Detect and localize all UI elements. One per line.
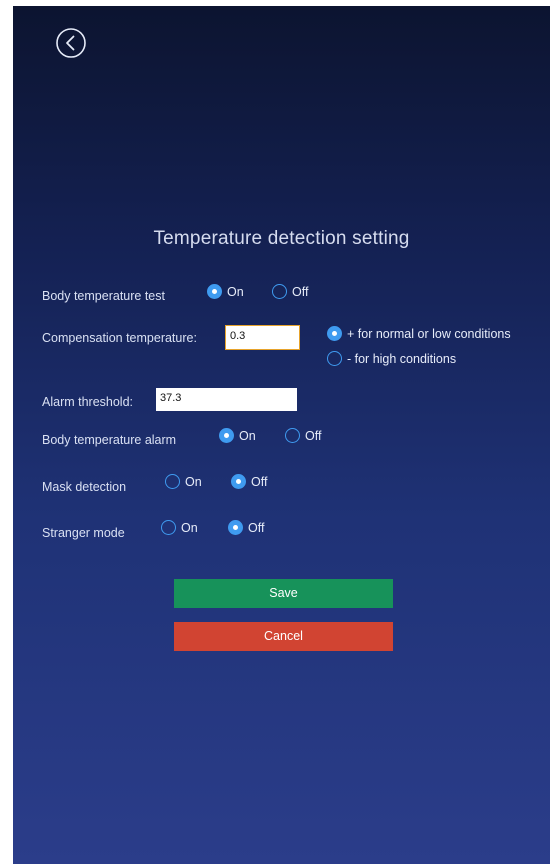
radio-unchecked-icon bbox=[161, 520, 176, 535]
body-temperature-alarm-label: Body temperature alarm bbox=[42, 433, 177, 447]
radio-checked-icon bbox=[219, 428, 234, 443]
radio-checked-icon bbox=[231, 474, 246, 489]
stranger-mode-off-radio[interactable]: Off bbox=[228, 520, 264, 535]
radio-unchecked-icon bbox=[272, 284, 287, 299]
body-temperature-test-label: Body temperature test bbox=[42, 289, 165, 303]
stranger-mode-on-radio[interactable]: On bbox=[161, 520, 198, 535]
save-button[interactable]: Save bbox=[174, 579, 393, 608]
mask-detection-on-radio[interactable]: On bbox=[165, 474, 202, 489]
settings-screen: Temperature detection setting Body tempe… bbox=[13, 6, 550, 864]
body-temperature-alarm-on-radio[interactable]: On bbox=[219, 428, 256, 443]
alarm-threshold-label: Alarm threshold: bbox=[42, 395, 134, 409]
radio-unchecked-icon bbox=[165, 474, 180, 489]
stranger-mode-label: Stranger mode bbox=[42, 526, 125, 540]
radio-checked-icon bbox=[327, 326, 342, 341]
body-temperature-test-off-radio[interactable]: Off bbox=[272, 284, 308, 299]
mask-detection-label: Mask detection bbox=[42, 480, 127, 494]
body-temperature-test-on-radio[interactable]: On bbox=[207, 284, 244, 299]
compensation-minus-radio[interactable]: - for high conditions bbox=[327, 351, 456, 366]
page-title: Temperature detection setting bbox=[153, 228, 410, 249]
body-temperature-alarm-off-radio[interactable]: Off bbox=[285, 428, 321, 443]
radio-unchecked-icon bbox=[327, 351, 342, 366]
back-button[interactable] bbox=[55, 27, 87, 59]
radio-checked-icon bbox=[228, 520, 243, 535]
compensation-temperature-label: Compensation temperature: bbox=[42, 331, 197, 345]
cancel-button[interactable]: Cancel bbox=[174, 622, 393, 651]
radio-checked-icon bbox=[207, 284, 222, 299]
alarm-threshold-input[interactable]: 37.3 bbox=[156, 388, 297, 411]
mask-detection-off-radio[interactable]: Off bbox=[231, 474, 267, 489]
compensation-temperature-input[interactable]: 0.3 bbox=[225, 325, 300, 350]
back-arrow-circle-icon bbox=[56, 28, 86, 58]
radio-unchecked-icon bbox=[285, 428, 300, 443]
compensation-plus-radio[interactable]: + for normal or low conditions bbox=[327, 326, 511, 341]
